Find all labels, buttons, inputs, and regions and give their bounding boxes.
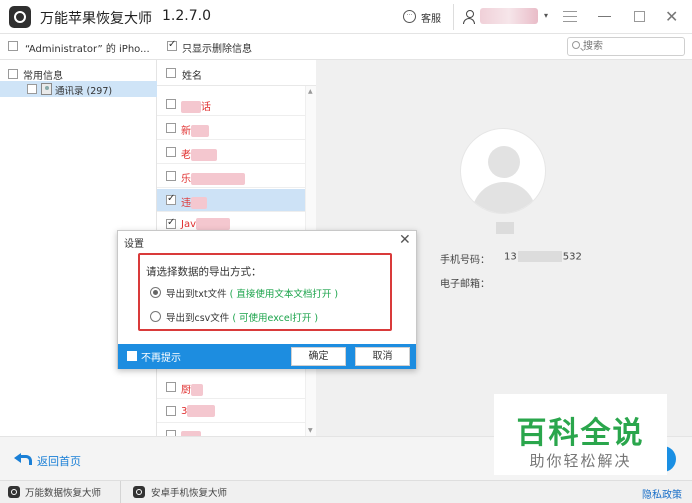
contact-name: 乐 bbox=[181, 170, 245, 185]
row-checkbox[interactable] bbox=[166, 382, 176, 392]
search-box[interactable] bbox=[567, 37, 685, 56]
export-csv-option[interactable]: 导出到csv文件 ( 可使用excel打开 ) bbox=[166, 310, 318, 324]
contact-name: 厨 bbox=[181, 381, 203, 396]
no-show-again-checkbox[interactable] bbox=[127, 351, 137, 361]
table-row[interactable] bbox=[157, 424, 305, 440]
caret-down-icon[interactable]: ▾ bbox=[544, 11, 548, 20]
contact-name: 新 bbox=[181, 122, 209, 137]
table-row[interactable]: 话 bbox=[157, 93, 305, 116]
maximize-icon[interactable] bbox=[634, 11, 645, 22]
export-txt-option[interactable]: 导出到txt文件 ( 直接使用文本文档打开 ) bbox=[166, 286, 338, 300]
scroll-down-icon[interactable]: ▼ bbox=[308, 427, 313, 434]
statusbar-link-data-recovery[interactable]: 万能数据恢复大师 bbox=[25, 485, 101, 499]
device-label: “Administrator” 的 iPho... bbox=[25, 44, 150, 55]
cancel-button[interactable]: 取消 bbox=[355, 347, 410, 366]
close-icon[interactable]: ✕ bbox=[399, 232, 411, 248]
data-recovery-app-icon bbox=[8, 486, 20, 498]
contacts-book-icon bbox=[41, 83, 52, 95]
phone-value: 13 532 bbox=[504, 251, 582, 263]
app-version: 1.2.7.0 bbox=[162, 8, 211, 24]
android-recovery-app-icon bbox=[133, 486, 145, 498]
dialog-title: 设置 bbox=[124, 239, 144, 250]
row-checkbox[interactable] bbox=[166, 217, 176, 229]
minimize-icon[interactable] bbox=[598, 16, 611, 17]
row-checkbox[interactable] bbox=[166, 123, 176, 133]
app-logo-icon bbox=[9, 6, 31, 28]
statusbar-link-android-recovery[interactable]: 安卓手机恢复大师 bbox=[151, 485, 227, 499]
close-icon[interactable]: ✕ bbox=[665, 7, 678, 26]
back-home-link[interactable]: 返回首页 bbox=[37, 453, 81, 469]
name-column-header: 姓名 bbox=[182, 71, 202, 82]
row-checkbox[interactable] bbox=[166, 193, 176, 205]
table-row[interactable]: 乐 bbox=[157, 165, 305, 188]
export-options-box: 请选择数据的导出方式： 导出到txt文件 ( 直接使用文本文档打开 ) 导出到c… bbox=[138, 253, 392, 331]
row-checkbox[interactable] bbox=[166, 171, 176, 181]
search-input[interactable] bbox=[583, 39, 681, 54]
only-deleted-checkbox[interactable] bbox=[167, 39, 177, 51]
table-row[interactable]: 违 bbox=[157, 189, 305, 212]
row-checkbox[interactable] bbox=[166, 406, 176, 416]
search-icon bbox=[572, 41, 580, 49]
select-all-checkbox[interactable] bbox=[166, 68, 176, 78]
category-checkbox[interactable] bbox=[8, 69, 18, 79]
no-show-again-label: 不再提示 bbox=[141, 353, 181, 364]
contacts-label: 通讯录 (297) bbox=[55, 86, 113, 97]
status-bar: 万能数据恢复大师 安卓手机恢复大师 隐私政策 bbox=[0, 480, 692, 503]
contact-name: Jav bbox=[181, 218, 230, 230]
dialog-footer: 不再提示 确定 取消 bbox=[118, 344, 416, 369]
watermark-subtitle: 助你轻松解决 bbox=[529, 452, 632, 470]
contact-name: 3 bbox=[181, 405, 216, 417]
table-row[interactable]: 新 bbox=[157, 117, 305, 140]
customer-service-button[interactable]: 客服 bbox=[421, 10, 441, 25]
watermark-title: 百科全说 bbox=[516, 416, 645, 451]
table-row[interactable]: 厨 bbox=[157, 376, 305, 399]
scroll-up-icon[interactable]: ▲ bbox=[308, 88, 313, 95]
contact-name: 老 bbox=[181, 146, 217, 161]
export-txt-radio[interactable] bbox=[150, 287, 161, 298]
row-checkbox[interactable] bbox=[166, 99, 176, 109]
menu-icon[interactable] bbox=[563, 11, 577, 22]
chat-bubble-icon[interactable]: ··· bbox=[403, 10, 416, 23]
category-label: 常用信息 bbox=[23, 71, 63, 82]
email-label: 电子邮箱： bbox=[440, 279, 490, 290]
avatar-head bbox=[488, 146, 520, 178]
phone-label: 手机号码： bbox=[440, 255, 490, 266]
statusbar-divider bbox=[120, 481, 121, 503]
username-blurred bbox=[480, 8, 538, 24]
device-checkbox[interactable] bbox=[8, 41, 18, 51]
title-bar: 万能苹果恢复大师 1.2.7.0 ··· 客服 ▾ ✕ bbox=[0, 0, 692, 34]
contact-name: 话 bbox=[181, 98, 211, 113]
table-row[interactable]: 老 bbox=[157, 141, 305, 164]
avatar-body bbox=[472, 182, 536, 213]
privacy-policy-link[interactable]: 隐私政策 bbox=[642, 486, 682, 501]
export-csv-radio[interactable] bbox=[150, 311, 161, 322]
export-prompt: 请选择数据的导出方式： bbox=[146, 266, 262, 278]
contacts-checkbox[interactable] bbox=[27, 84, 37, 94]
toolbar: “Administrator” 的 iPho... 只显示删除信息 bbox=[0, 34, 692, 60]
back-arrow-icon[interactable] bbox=[14, 453, 32, 465]
export-settings-dialog: 设置 ✕ 请选择数据的导出方式： 导出到txt文件 ( 直接使用文本文档打开 )… bbox=[117, 230, 417, 369]
contact-name: 违 bbox=[181, 194, 207, 209]
ok-button[interactable]: 确定 bbox=[291, 347, 346, 366]
watermark: 百科全说 助你轻松解决 bbox=[494, 394, 667, 475]
list-header: 姓名 bbox=[157, 60, 316, 86]
table-row[interactable]: 3 bbox=[157, 400, 305, 423]
row-checkbox[interactable] bbox=[166, 147, 176, 157]
category-item-contacts[interactable]: 通讯录 (297) bbox=[0, 81, 157, 97]
avatar bbox=[460, 128, 546, 214]
user-account-menu[interactable]: ▾ bbox=[453, 4, 553, 30]
only-deleted-label: 只显示删除信息 bbox=[182, 44, 252, 55]
user-icon bbox=[463, 10, 475, 24]
app-title: 万能苹果恢复大师 bbox=[40, 11, 152, 27]
contact-name-blurred bbox=[496, 222, 514, 234]
